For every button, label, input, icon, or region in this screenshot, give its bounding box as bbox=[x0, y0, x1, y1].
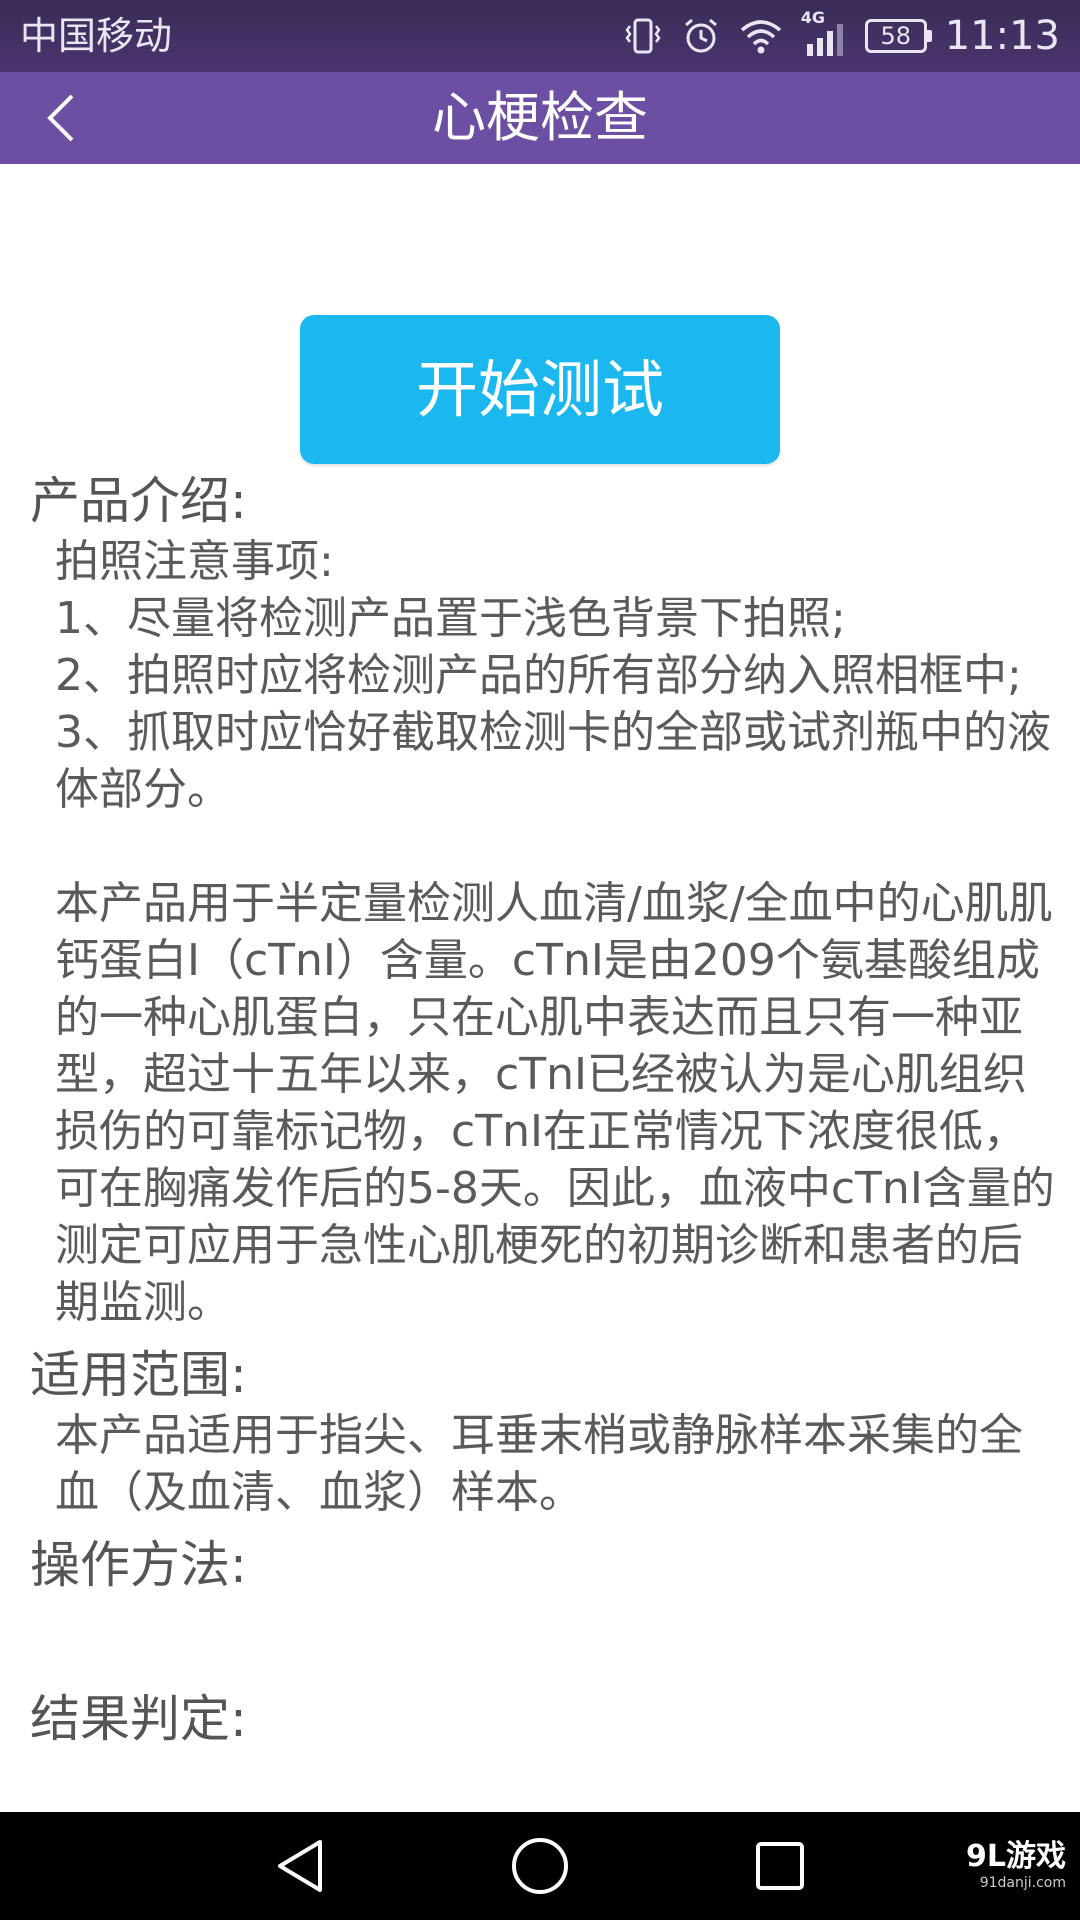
wifi-icon bbox=[739, 16, 783, 56]
nav-back-button[interactable] bbox=[268, 1834, 332, 1898]
scope-title: 适用范围: bbox=[30, 1346, 247, 1404]
battery-icon: 58 bbox=[864, 19, 932, 53]
photo-notes-title: 拍照注意事项: bbox=[55, 536, 334, 587]
cell-signal-icon: 4G bbox=[801, 8, 847, 58]
chevron-left-icon bbox=[47, 94, 74, 142]
page-title: 心梗检查 bbox=[432, 86, 648, 149]
alarm-icon bbox=[681, 16, 721, 56]
nav-recent-button[interactable] bbox=[748, 1834, 812, 1898]
status-bar: 中国移动 4G 58 11:13 bbox=[0, 0, 1080, 72]
photo-note-2: 2、拍照时应将检测产品的所有部分纳入照相框中; bbox=[55, 650, 1022, 701]
nav-home-button[interactable] bbox=[508, 1834, 572, 1898]
carrier-name: 中国移动 bbox=[20, 14, 173, 58]
method-title: 操作方法: bbox=[30, 1536, 247, 1594]
toolbar: 心梗检查 bbox=[0, 72, 1080, 164]
watermark-logo: 9L游戏 91danji.com bbox=[966, 1840, 1066, 1892]
triangle-back-icon bbox=[278, 1840, 322, 1892]
product-description: 本产品用于半定量检测人血清/血浆/全血中的心肌肌钙蛋白I（cTnI）含量。cTn… bbox=[55, 878, 1055, 1328]
product-info-text: 产品介绍: 拍照注意事项: 1、尽量将检测产品置于浅色背景下拍照; 2、拍照时应… bbox=[0, 469, 1080, 1751]
square-recent-icon bbox=[756, 1842, 804, 1890]
scope-text: 本产品适用于指尖、耳垂末梢或静脉样本采集的全血（及血清、血浆）样本。 bbox=[55, 1410, 1023, 1518]
result-title: 结果判定: bbox=[30, 1690, 247, 1748]
app-screen: 中国移动 4G 58 11:13 心梗检查 开始测试 产品介绍: 拍照注意事项:… bbox=[0, 0, 1080, 1920]
watermark-sub-text: 91danji.com bbox=[979, 1875, 1066, 1891]
content-scroll-area[interactable]: 开始测试 产品介绍: 拍照注意事项: 1、尽量将检测产品置于浅色背景下拍照; 2… bbox=[0, 164, 1080, 1812]
start-test-button[interactable]: 开始测试 bbox=[300, 315, 780, 464]
circle-home-icon bbox=[512, 1838, 568, 1894]
status-icons: 4G 58 11:13 bbox=[623, 8, 1060, 62]
back-button[interactable] bbox=[30, 86, 94, 150]
status-time: 11:13 bbox=[944, 13, 1060, 59]
battery-level: 58 bbox=[880, 22, 911, 50]
navigation-bar: 9L游戏 91danji.com bbox=[0, 1812, 1080, 1920]
watermark-main-text: 9L游戏 bbox=[966, 1839, 1066, 1874]
network-type-label: 4G bbox=[800, 8, 825, 27]
photo-note-3: 3、抓取时应恰好截取检测卡的全部或试剂瓶中的液体部分。 bbox=[55, 707, 1051, 815]
photo-note-1: 1、尽量将检测产品置于浅色背景下拍照; bbox=[55, 593, 846, 644]
product-intro-title: 产品介绍: bbox=[30, 472, 247, 530]
vibrate-icon bbox=[623, 16, 663, 56]
